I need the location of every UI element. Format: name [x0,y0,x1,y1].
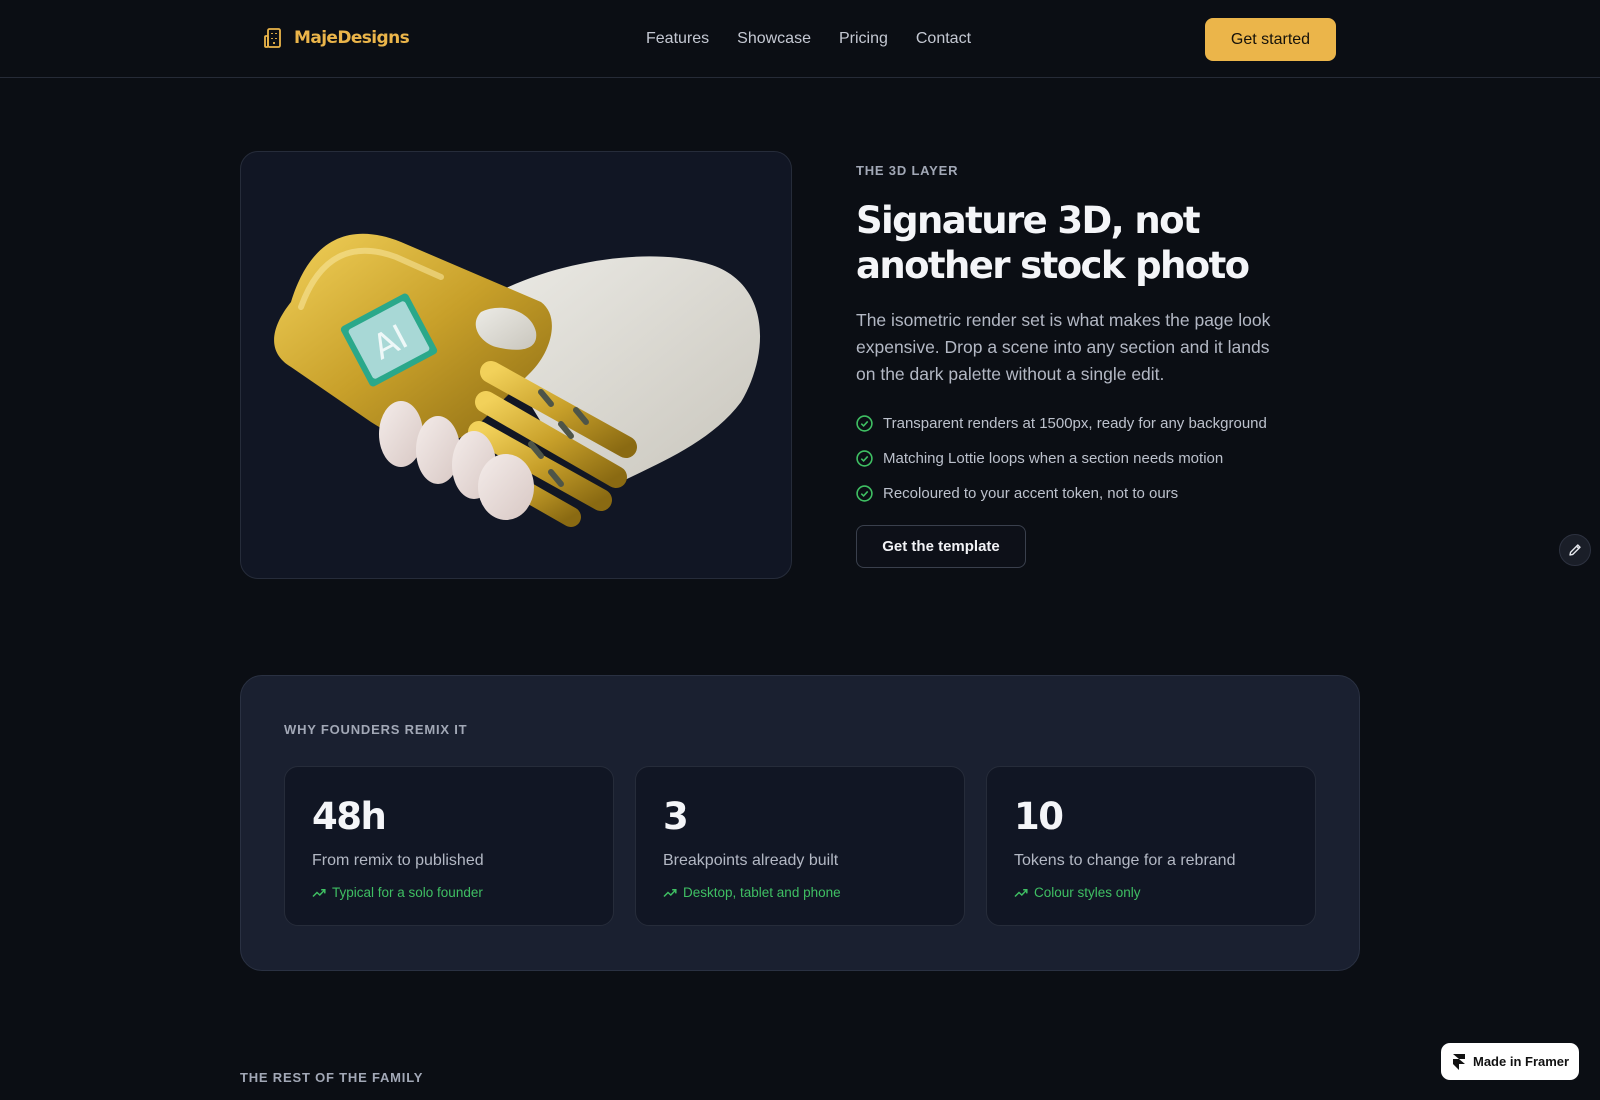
hero-title-line-1: Signature 3D, not [856,199,1201,242]
brand-logo[interactable]: MajeDesigns [264,27,410,49]
stat-note: Desktop, tablet and phone [663,885,841,900]
hero-body: The isometric render set is what makes t… [856,310,1271,384]
check-circle-icon [856,415,873,432]
checklist-text: Matching Lottie loops when a section nee… [883,450,1224,467]
checklist-text: Transparent renders at 1500px, ready for… [883,415,1267,432]
family-eyebrow: THE REST OF THE FAMILY [240,1070,424,1085]
stats-panel: WHY FOUNDERS REMIX IT 48h From remix to … [240,675,1360,971]
hero-title: Signature 3D, not another stock photo [856,198,1326,288]
nav-link-pricing[interactable]: Pricing [839,30,888,48]
nav-link-contact[interactable]: Contact [916,30,971,48]
hero-image-card: AI [240,151,792,579]
stat-card: 10 Tokens to change for a rebrand Colour… [986,766,1316,926]
hero-title-line-2: another stock photo [856,244,1250,287]
get-template-button[interactable]: Get the template [856,525,1026,568]
hero-eyebrow: THE 3D LAYER [856,163,959,178]
get-started-button[interactable]: Get started [1205,18,1336,61]
check-circle-icon [856,485,873,502]
trend-up-icon [1014,888,1028,897]
ai-robot-handshake-illustration: AI [274,233,761,527]
stat-value: 3 [663,795,689,838]
stat-note-text: Desktop, tablet and phone [683,885,841,900]
stat-value: 10 [1014,795,1064,838]
nav-links: Features Showcase Pricing Contact [646,30,971,48]
check-circle-icon [856,450,873,467]
stat-note-text: Typical for a solo founder [332,885,483,900]
stats-eyebrow: WHY FOUNDERS REMIX IT [284,722,468,737]
nav-link-showcase[interactable]: Showcase [737,30,811,48]
stat-card: 48h From remix to published Typical for … [284,766,614,926]
trend-up-icon [663,888,677,897]
trend-up-icon [312,888,326,897]
checklist-item: Recoloured to your accent token, not to … [856,476,1326,511]
checklist-text: Recoloured to your accent token, not to … [883,485,1179,502]
nav-link-features[interactable]: Features [646,30,709,48]
building-icon [264,28,281,48]
stat-value: 48h [312,795,387,838]
checklist-item: Matching Lottie loops when a section nee… [856,441,1326,476]
made-in-framer-badge[interactable]: Made in Framer [1441,1043,1579,1080]
pencil-icon [1569,544,1581,556]
stat-note: Colour styles only [1014,885,1141,900]
framer-badge-label: Made in Framer [1473,1054,1570,1069]
stat-note: Typical for a solo founder [312,885,483,900]
stat-label: Tokens to change for a rebrand [1014,852,1236,869]
feature-checklist: Transparent renders at 1500px, ready for… [856,406,1326,511]
brand-name: MajeDesigns [294,28,410,48]
checklist-item: Transparent renders at 1500px, ready for… [856,406,1326,441]
stat-card: 3 Breakpoints already built Desktop, tab… [635,766,965,926]
hero-text: THE 3D LAYER Signature 3D, not another s… [856,163,1326,568]
edit-button[interactable] [1559,534,1591,566]
stat-label: From remix to published [312,852,484,869]
stat-note-text: Colour styles only [1034,885,1141,900]
top-navbar: MajeDesigns Features Showcase Pricing Co… [0,0,1600,78]
stat-label: Breakpoints already built [663,852,839,869]
framer-icon [1453,1053,1465,1070]
